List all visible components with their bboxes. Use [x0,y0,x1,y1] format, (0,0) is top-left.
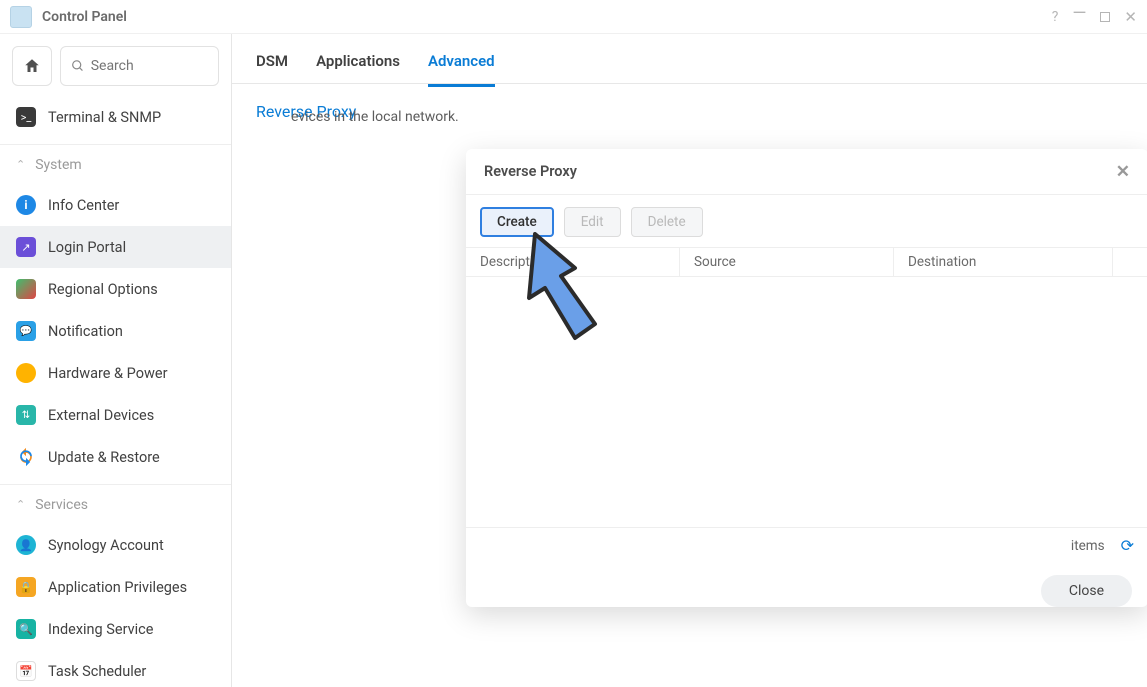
sidebar-section-label: Services [35,497,88,513]
info-icon: i [16,195,36,215]
sidebar-item-notification[interactable]: 💬 Notification [0,310,231,352]
sidebar-item-label: Update & Restore [48,449,160,466]
edit-button[interactable]: Edit [564,207,621,237]
sidebar-item-label: External Devices [48,407,154,424]
indexing-icon: 🔍 [16,619,36,639]
sidebar-item-update-restore[interactable]: Update & Restore [0,436,231,478]
modal-header: Reverse Proxy ✕ [466,149,1147,195]
account-icon: 👤 [16,535,36,555]
bulb-icon [16,363,36,383]
sidebar-item-label: Indexing Service [48,621,153,638]
section-description: evices in the local network. [267,109,1147,125]
sidebar-section-label: System [35,157,81,173]
modal-footer: Close [466,563,1147,619]
sidebar-item-synology-account[interactable]: 👤 Synology Account [0,524,231,566]
items-label: items [1071,538,1105,554]
tab-bar: DSM Applications Advanced [232,34,1147,84]
notification-icon: 💬 [16,321,36,341]
sidebar: >_ Terminal & SNMP ⌃ System i Info Cente… [0,34,232,687]
sidebar-item-label: Hardware & Power [48,365,167,382]
close-icon[interactable]: ✕ [1124,8,1137,26]
create-button[interactable]: Create [480,207,554,237]
sidebar-item-task-scheduler[interactable]: 📅 Task Scheduler [0,650,231,687]
column-source[interactable]: Source [680,248,894,276]
app-icon [10,6,32,28]
sidebar-item-external-devices[interactable]: ⇅ External Devices [0,394,231,436]
sidebar-item-label: Application Privileges [48,579,187,596]
sidebar-item-label: Task Scheduler [48,663,146,680]
reverse-proxy-modal: Reverse Proxy ✕ Create Edit Delete Descr… [466,149,1147,607]
column-spacer [1112,248,1147,276]
terminal-icon: >_ [16,107,36,127]
minimize-icon[interactable]: — [1072,3,1086,24]
tab-applications[interactable]: Applications [316,52,400,84]
sidebar-item-hardware-power[interactable]: Hardware & Power [0,352,231,394]
modal-toolbar: Create Edit Delete [466,195,1147,247]
maximize-icon[interactable] [1100,12,1110,22]
sidebar-item-login-portal[interactable]: ↗ Login Portal [0,226,231,268]
close-button[interactable]: Close [1041,575,1132,607]
sidebar-item-label: Terminal & SNMP [48,109,161,126]
table-header: Description Source Destination [466,247,1147,277]
table-body [466,277,1147,527]
window-titlebar: Control Panel ? — ✕ [0,0,1147,34]
sidebar-item-regional-options[interactable]: Regional Options [0,268,231,310]
tab-advanced[interactable]: Advanced [428,52,495,87]
sidebar-item-indexing-service[interactable]: 🔍 Indexing Service [0,608,231,650]
modal-close-icon[interactable]: ✕ [1116,162,1130,182]
sidebar-item-label: Regional Options [48,281,158,298]
content-area: DSM Applications Advanced Reverse Proxy … [232,34,1147,687]
calendar-icon: 📅 [16,661,36,681]
column-description[interactable]: Description [466,248,680,276]
search-input-wrap[interactable] [60,46,219,86]
sidebar-section-system[interactable]: ⌃ System [0,144,231,184]
search-input[interactable] [91,58,208,74]
sidebar-item-label: Synology Account [48,537,164,554]
column-destination[interactable]: Destination [894,248,1112,276]
external-devices-icon: ⇅ [16,405,36,425]
sidebar-item-label: Info Center [48,197,119,214]
window-title: Control Panel [42,9,1052,25]
refresh-icon[interactable]: ⟳ [1121,536,1134,555]
sidebar-item-label: Notification [48,323,123,340]
sidebar-item-application-privileges[interactable]: 🔒 Application Privileges [0,566,231,608]
sidebar-section-services[interactable]: ⌃ Services [0,484,231,524]
modal-status-bar: items ⟳ [466,527,1147,563]
delete-button[interactable]: Delete [631,207,703,237]
search-icon [71,58,85,74]
sidebar-item-terminal-snmp[interactable]: >_ Terminal & SNMP [0,96,231,138]
home-button[interactable] [12,46,52,86]
tab-dsm[interactable]: DSM [256,52,288,84]
chevron-up-icon: ⌃ [16,158,25,171]
lock-icon: 🔒 [16,577,36,597]
sidebar-item-info-center[interactable]: i Info Center [0,184,231,226]
update-icon [16,447,36,467]
help-icon[interactable]: ? [1052,9,1059,25]
login-portal-icon: ↗ [16,237,36,257]
chevron-up-icon: ⌃ [16,498,25,511]
window-controls: ? — ✕ [1052,6,1137,27]
modal-title: Reverse Proxy [484,163,1116,180]
sidebar-item-label: Login Portal [48,239,126,256]
globe-icon [16,279,36,299]
